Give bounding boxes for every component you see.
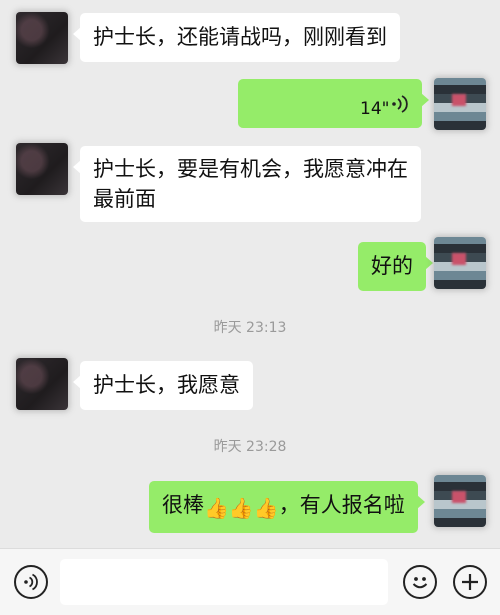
contact-avatar[interactable] — [16, 358, 68, 410]
contact-avatar[interactable] — [16, 12, 68, 64]
emoji-button[interactable] — [403, 565, 437, 599]
message-text: ，有人报名啦 — [278, 493, 405, 517]
voice-mode-button[interactable] — [14, 565, 48, 599]
voice-mode-icon — [24, 573, 38, 591]
sent-message[interactable]: 很棒👍👍👍，有人报名啦 — [149, 481, 425, 533]
timestamp: 昨天 23:13 — [213, 320, 287, 336]
more-button[interactable] — [453, 565, 487, 599]
received-message[interactable]: 护士长，要是有机会，我愿意冲在 最前面 — [73, 146, 421, 222]
message-text: 护士长，还能请战吗，刚刚看到 — [93, 25, 387, 49]
thumbs-up-icon: 👍 — [228, 496, 254, 520]
message-text: 护士长，我愿意 — [93, 373, 240, 397]
message-text: 好的 — [371, 254, 413, 278]
sent-message[interactable]: 好的 — [358, 242, 433, 291]
thumbs-up-icon: 👍 — [253, 496, 279, 520]
received-message[interactable]: 护士长，我愿意 — [73, 361, 253, 410]
smiley-icon — [412, 577, 428, 589]
my-avatar[interactable] — [434, 475, 486, 527]
timestamp: 昨天 23:28 — [213, 439, 287, 455]
contact-avatar[interactable] — [16, 143, 68, 195]
message-text-line: 最前面 — [93, 187, 156, 211]
my-avatar[interactable] — [434, 237, 486, 289]
thumbs-up-icon: 👍 — [204, 496, 229, 520]
message-text-line: 护士长，要是有机会，我愿意冲在 — [93, 157, 408, 181]
plus-icon — [462, 574, 478, 590]
input-bar — [0, 548, 500, 615]
sent-voice-message[interactable]: 14" — [238, 79, 429, 128]
voice-wave-icon — [392, 95, 408, 113]
received-message[interactable]: 护士长，还能请战吗，刚刚看到 — [73, 13, 400, 62]
message-text: 很棒 — [162, 493, 204, 517]
voice-duration: 14" — [360, 99, 390, 119]
my-avatar[interactable] — [434, 78, 486, 130]
chat-area[interactable]: 护士长，还能请战吗，刚刚看到 14" 护士长，要是有机会，我愿意冲在 最前面 好… — [0, 0, 500, 548]
message-input[interactable] — [60, 559, 388, 605]
